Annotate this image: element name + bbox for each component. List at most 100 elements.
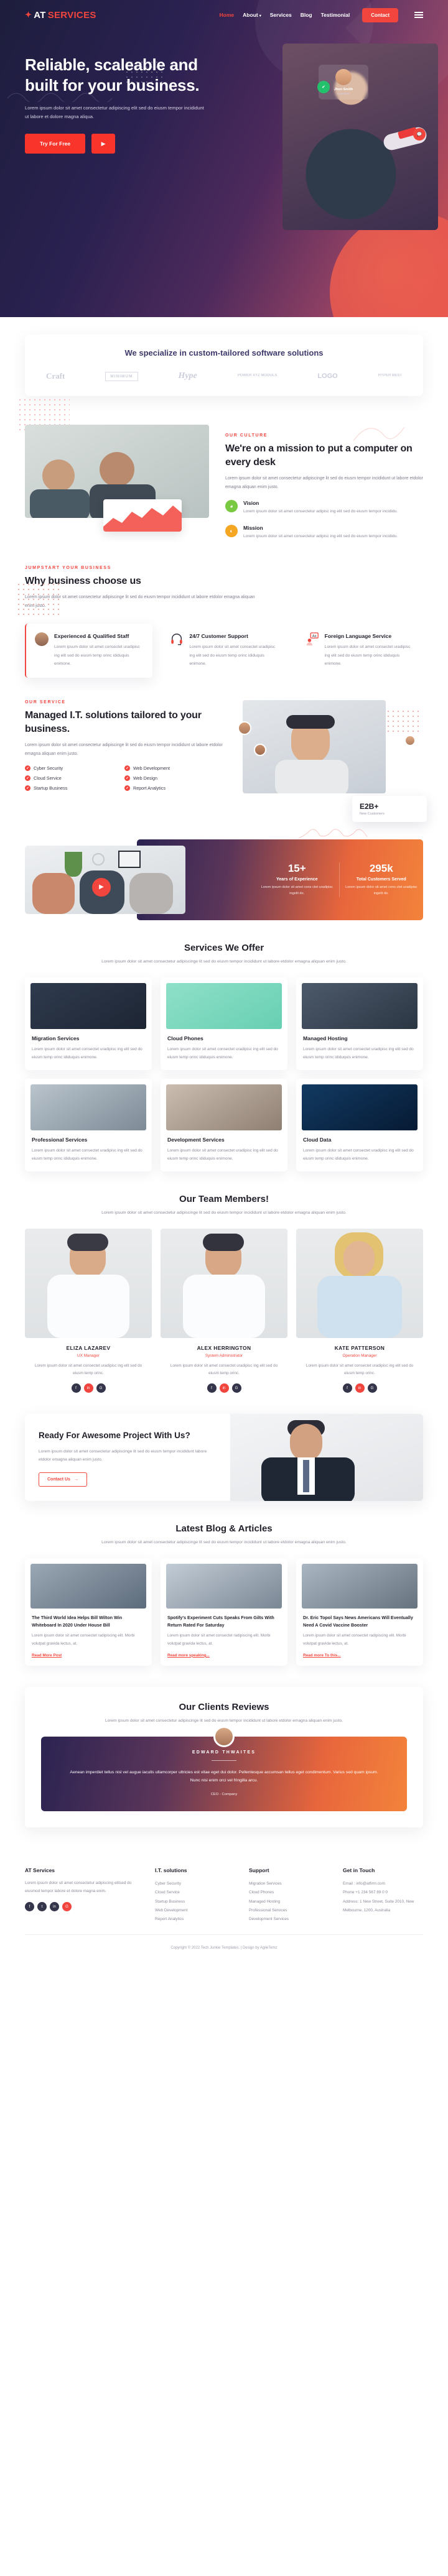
twitter-icon[interactable]: t (37, 1902, 47, 1912)
play-video-button[interactable]: ▶ (92, 877, 111, 897)
nav-item-services[interactable]: Services (270, 12, 292, 18)
culture-paragraph: Lorem ipsum dolor sit amet consectetur a… (225, 476, 423, 489)
nav-item-home[interactable]: Home (220, 12, 235, 18)
brand-logo-hyperbest: HYPER BEST (378, 374, 402, 378)
culture-feature-mission: ◐ Mission Lorem ipsum dolor sit amet con… (225, 524, 423, 541)
blog-post-card[interactable]: Spotify's Experiment Cuts Speaks From Gi… (161, 1558, 287, 1666)
hero-title: Reliable, scaleable and built for your b… (25, 55, 200, 95)
avatar (238, 721, 251, 735)
team-member-card[interactable]: ELIZA LAZAREV UX Manager Lorem ipsum dol… (25, 1228, 152, 1393)
logo-mark-icon: ✦ (25, 10, 32, 19)
culture-text: OUR CULTURE We're on a mission to put a … (225, 425, 423, 541)
footer-link[interactable]: Cloud Phones (249, 1888, 329, 1897)
footer-contact-email[interactable]: Email : info@atfirm.com (343, 1880, 423, 1888)
team-socials[interactable]: f in G (161, 1383, 287, 1393)
footer-link[interactable]: Cyber Security (155, 1880, 235, 1888)
service-card[interactable]: Cloud Phones Lorem ipsum dolor sit amet … (161, 977, 287, 1070)
linkedin-icon[interactable]: in (83, 1383, 93, 1393)
blog-post-card[interactable]: The Third World Idea Helps Bill Wilton W… (25, 1558, 152, 1666)
translate-icon: Aa (306, 632, 319, 646)
blog-post-title: Spotify's Experiment Cuts Speaks From Gi… (167, 1615, 274, 1628)
blog-read-more-link[interactable]: Read more To this... (303, 1653, 416, 1658)
team-socials[interactable]: f in G (296, 1383, 423, 1393)
linkedin-icon[interactable]: in (355, 1383, 365, 1393)
service-card[interactable]: Migration Services Lorem ipsum dolor sit… (25, 977, 152, 1070)
footer-link[interactable]: Migration Services (249, 1880, 329, 1888)
team-title: Our Team Members! (179, 1193, 269, 1204)
team-member-card[interactable]: KATE PATTERSON Operation Manager Lorem i… (296, 1228, 423, 1393)
nav-item-testimonial[interactable]: Testimonial (321, 12, 350, 18)
linkedin-icon[interactable]: in (50, 1902, 59, 1912)
brand-logo-logo: LOGO (317, 372, 338, 380)
team-socials[interactable]: f in G (25, 1383, 152, 1393)
cta-text: Ready For Awesome Project With Us? Lorem… (25, 1414, 230, 1501)
service-card-image (166, 1084, 282, 1130)
facebook-icon[interactable]: f (207, 1383, 217, 1393)
blog-post-card[interactable]: Dr. Eric Topol Says News Americans Will … (296, 1558, 423, 1666)
nav-item-blog[interactable]: Blog (301, 12, 312, 18)
culture-section: OUR CULTURE We're on a mission to put a … (17, 397, 423, 548)
footer-link[interactable]: Startup Business (155, 1898, 235, 1906)
try-for-free-button[interactable]: Try For Free (25, 134, 86, 154)
footer-link[interactable]: Professional Services (249, 1906, 329, 1915)
stat-label: Total Customers Served (356, 877, 406, 882)
footer-link[interactable]: Report Analytics (155, 1915, 235, 1924)
blog-post-image (166, 1564, 282, 1609)
footer-contact-phone[interactable]: Phone +1 234 567 89 0 0 (343, 1888, 423, 1897)
stat-number: 15+ (287, 862, 306, 875)
hero-text-block: Reliable, scaleable and built for your b… (25, 55, 230, 154)
why-cards: Experienced & Qualified Staff Lorem ipsu… (25, 624, 423, 678)
nav-links[interactable]: Home About ▾ Services Blog Testimonial Co… (220, 7, 423, 22)
nav-about-label: About (243, 12, 258, 18)
blog-read-more-link[interactable]: Read more speaking... (167, 1653, 281, 1658)
service-card[interactable]: Professional Services Lorem ipsum dolor … (25, 1078, 152, 1171)
arrow-right-icon: → (73, 1477, 78, 1482)
svg-text:Aa: Aa (312, 635, 317, 639)
google-icon[interactable]: G (62, 1902, 72, 1912)
service-card[interactable]: Managed Hosting Lorem ipsum dolor sit am… (296, 977, 423, 1070)
service-card-title: Development Services (167, 1136, 225, 1143)
hamburger-menu-icon[interactable] (414, 12, 423, 18)
mission-text: Lorem ipsum dolor sit amet consectetur a… (243, 533, 398, 538)
check-icon: ✔ (25, 785, 30, 792)
team-member-photo (296, 1228, 423, 1338)
linkedin-icon[interactable]: in (219, 1383, 229, 1393)
why-card-language[interactable]: Aa Foreign Language Service Lorem ipsum … (297, 624, 423, 678)
team-member-role: UX Manager (77, 1353, 100, 1358)
why-card-support[interactable]: 24/7 Customer Support Lorem ipsum dolor … (161, 624, 287, 678)
contact-button[interactable]: Contact (362, 7, 398, 22)
team-member-card[interactable]: ALEX HERRINGTON System Administrator Lor… (161, 1228, 287, 1393)
culture-media (25, 425, 209, 541)
service-card[interactable]: Development Services Lorem ipsum dolor s… (161, 1078, 287, 1171)
footer-link[interactable]: Development Services (249, 1915, 329, 1924)
footer-link[interactable]: Web Development (155, 1906, 235, 1915)
google-icon[interactable]: G (96, 1383, 106, 1393)
contact-us-button[interactable]: Contact Us → (39, 1472, 87, 1487)
stat-item: 295k Total Customers Served Lorem ipsum … (338, 862, 424, 897)
footer-socials[interactable]: f t in G (25, 1902, 141, 1912)
hero-paragraph: Lorem ipsum dolor sit amet consectetur a… (25, 105, 204, 120)
service-card-image (166, 982, 282, 1029)
facebook-icon[interactable]: f (25, 1902, 34, 1912)
why-card-staff[interactable]: Experienced & Qualified Staff Lorem ipsu… (25, 624, 153, 678)
check-label: Web Development (133, 765, 170, 772)
facebook-icon[interactable]: f (342, 1383, 352, 1393)
service-card[interactable]: Cloud Data Lorem ipsum dolor sit amet co… (296, 1078, 423, 1171)
blog-read-more-link[interactable]: Read More Post (32, 1653, 145, 1658)
service-card-image (302, 982, 418, 1029)
google-icon[interactable]: G (367, 1383, 377, 1393)
nav-item-about[interactable]: About ▾ (243, 12, 261, 18)
service-card-text: Lorem ipsum dolor sit amet consectet ura… (167, 1148, 278, 1161)
footer-link[interactable]: Cloud Service (155, 1888, 235, 1897)
check-item: ✔ Cyber Security (25, 765, 124, 772)
facebook-icon[interactable]: f (71, 1383, 81, 1393)
main-navigation[interactable]: ✦ AT SERVICES Home About ▾ Services Blog … (25, 0, 423, 26)
team-member-text: Lorem ipsum dolor sit amet consectet ura… (306, 1363, 414, 1376)
footer-link[interactable]: Managed Hosting (249, 1898, 329, 1906)
why-card-text: Lorem ipsum dolor sit amet consectet ura… (324, 645, 411, 666)
site-logo[interactable]: ✦ AT SERVICES (25, 10, 96, 21)
play-video-button[interactable]: ▶ (91, 134, 116, 154)
google-icon[interactable]: G (231, 1383, 241, 1393)
blog-post-title: The Third World Idea Helps Bill Wilton W… (32, 1615, 123, 1628)
services-subtitle: Lorem ipsum dolor sit amet consectetur a… (101, 959, 347, 964)
